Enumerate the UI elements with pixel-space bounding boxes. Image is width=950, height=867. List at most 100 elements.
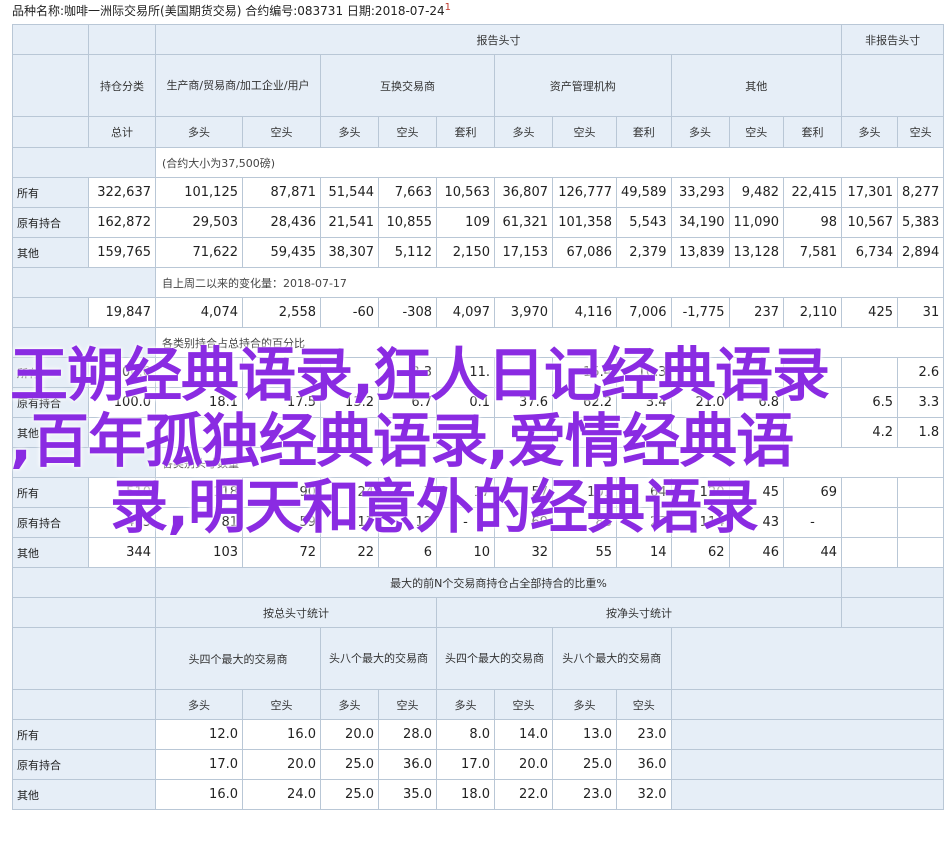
table-cell: 14.0 — [494, 719, 553, 750]
table-cell: 162,872 — [88, 207, 156, 238]
table-cell: 126,777 — [552, 177, 617, 208]
table-cell: 344 — [88, 537, 156, 568]
table-cell: 2,379 — [616, 237, 672, 268]
section-blank — [670, 689, 945, 720]
nonreport-blank — [840, 54, 945, 117]
table-cell: 425 — [841, 297, 898, 328]
total-header: 总计 — [88, 116, 156, 148]
table-cell: 24.0 — [242, 779, 321, 810]
table-cell: 23.0 — [552, 779, 617, 810]
table-cell: 17,153 — [494, 237, 553, 268]
table-cell: 16.0 — [242, 719, 321, 750]
section-blank — [12, 597, 156, 628]
short-header: 空头 — [242, 116, 321, 148]
table-cell: 16.0 — [155, 779, 243, 810]
table-cell: 32 — [494, 537, 553, 568]
spam-overlay-text: 王朔经典语录,狂人日记经典语录 ,百年孤独经典语录,爱情经典语 录,明天和意外的… — [10, 342, 940, 540]
table-cell: 20.0 — [494, 749, 553, 780]
table-cell: 10,567 — [841, 207, 898, 238]
spread-header: 套利 — [436, 116, 495, 148]
managed-header: 资产管理机构 — [494, 54, 672, 117]
row-label: 原有持合 — [12, 207, 89, 238]
net-header: 按净头寸统计 — [436, 597, 842, 628]
header-corner-2 — [88, 24, 156, 55]
table-cell: 23.0 — [616, 719, 672, 750]
section-changes: 自上周二以来的变化量：2018-07-17 — [154, 267, 945, 298]
other-header: 其他 — [670, 54, 842, 117]
table-cell: 4,116 — [552, 297, 617, 328]
subheader-blank — [12, 116, 89, 148]
section-blank — [12, 627, 156, 690]
table-cell: 11,090 — [728, 207, 784, 238]
table-cell: 33,293 — [670, 177, 730, 208]
table-cell: 322,637 — [88, 177, 156, 208]
table-cell: 5,543 — [616, 207, 672, 238]
table-cell: 17.0 — [436, 749, 495, 780]
section-blank — [12, 567, 156, 598]
table-cell: 59,435 — [242, 237, 321, 268]
table-row: 所有 322,637 101,125 87,871 51,544 7,663 10,563 3… — [12, 177, 945, 208]
section-blank — [840, 567, 945, 598]
table-cell: 2,110 — [783, 297, 842, 328]
table-cell: 44 — [783, 537, 842, 568]
section-concentration: 最大的前N个交易商持仓占全部持合的比重% — [155, 567, 842, 598]
table-cell: 32.0 — [616, 779, 672, 810]
short-header: 空头 — [896, 116, 945, 148]
row-label: 所有 — [12, 719, 156, 750]
table-cell: 13,128 — [728, 237, 784, 268]
table-cell: 6,734 — [841, 237, 898, 268]
table-cell: 36,807 — [494, 177, 553, 208]
section-contract-size: (合约大小为37,500磅) — [154, 147, 945, 178]
table-cell: 4,074 — [155, 297, 243, 328]
table-cell: 49,589 — [616, 177, 672, 208]
category-header: 持仓分类 — [88, 54, 156, 117]
table-cell: 9,482 — [728, 177, 784, 208]
table-cell: 25.0 — [552, 749, 617, 780]
table-cell: 22 — [320, 537, 379, 568]
table-cell: 14 — [616, 537, 672, 568]
table-cell: 18.0 — [436, 779, 495, 810]
table-cell: -308 — [378, 297, 437, 328]
table-cell: 7,663 — [378, 177, 437, 208]
overlay-line-3: 录,明天和意外的经典语录 — [110, 473, 759, 541]
table-cell: 2,558 — [242, 297, 321, 328]
table-cell: 34,190 — [670, 207, 730, 238]
header-blank — [12, 54, 89, 117]
table-cell: 87,871 — [242, 177, 321, 208]
row-label: 其他 — [12, 237, 89, 268]
long-header: 多头 — [320, 116, 379, 148]
table-cell: 25.0 — [320, 749, 379, 780]
table-cell: 237 — [728, 297, 784, 328]
section-blank — [670, 627, 945, 690]
table-cell: 31 — [896, 297, 945, 328]
table-cell: 72 — [242, 537, 321, 568]
section-blank — [670, 779, 945, 810]
gross-top8-header: 头八个最大的交易商 — [320, 627, 437, 690]
table-cell: 21,541 — [320, 207, 379, 238]
table-cell: 7,006 — [616, 297, 672, 328]
row-label — [12, 297, 89, 328]
nonreport-positions-header: 非报告头寸 — [840, 24, 945, 55]
short-header: 空头 — [378, 689, 437, 720]
table-cell: 19,847 — [88, 297, 156, 328]
section-blank — [12, 147, 156, 178]
table-cell: 17.0 — [155, 749, 243, 780]
long-header: 多头 — [155, 116, 243, 148]
table-cell: 5,112 — [378, 237, 437, 268]
report-positions-header: 报告头寸 — [155, 24, 842, 55]
table-cell: -60 — [320, 297, 379, 328]
table-cell: 28.0 — [378, 719, 437, 750]
table-cell: 46 — [728, 537, 784, 568]
table-cell: 51,544 — [320, 177, 379, 208]
spread-header: 套利 — [783, 116, 842, 148]
table-cell: 12.0 — [155, 719, 243, 750]
overlay-line-2: ,百年孤独经典语录,爱情经典语 — [10, 407, 794, 475]
gross-top4-header: 头四个最大的交易商 — [155, 627, 321, 690]
table-cell: 13,839 — [670, 237, 730, 268]
row-label: 原有持合 — [12, 749, 156, 780]
table-row: 原有持合 162,872 29,503 28,436 21,541 10,855 109 61… — [12, 207, 945, 238]
gross-header: 按总头寸统计 — [155, 597, 437, 628]
table-row: 其他 159,765 71,622 59,435 38,307 5,112 2,150 17,… — [12, 237, 945, 268]
long-header: 多头 — [155, 689, 243, 720]
swap-header: 互换交易商 — [320, 54, 495, 117]
